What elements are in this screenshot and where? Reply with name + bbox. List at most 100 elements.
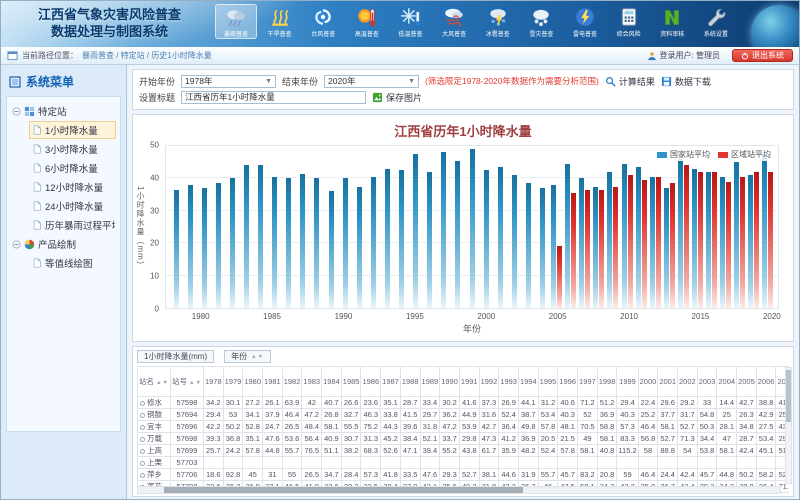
national-bar-1978[interactable]	[174, 190, 179, 308]
national-bar-2003[interactable]	[526, 183, 531, 308]
horizontal-scrollbar[interactable]	[137, 486, 781, 494]
table-row[interactable]: 修水5759834.230.127.226.163.94240.726.623.…	[138, 397, 790, 409]
start-year-select[interactable]: 1978年▼	[181, 75, 276, 88]
calculate-button[interactable]: 计算结果	[605, 75, 655, 88]
sort-arrows-icon[interactable]: ▲▼	[251, 354, 264, 360]
regional-bar-2005[interactable]	[557, 246, 562, 308]
logout-button[interactable]: 退出系统	[732, 49, 793, 62]
national-bar-2020[interactable]	[762, 154, 767, 308]
national-bar-2001[interactable]	[498, 167, 503, 308]
toolbar-item-snow[interactable]: 雪灾普查	[520, 4, 562, 39]
column-header-year[interactable]: 1983	[302, 367, 322, 397]
national-bar-2014[interactable]	[678, 159, 683, 308]
save-image-button[interactable]: 保存图片	[372, 91, 422, 104]
national-bar-1981[interactable]	[216, 183, 221, 308]
national-bar-2019[interactable]	[748, 175, 753, 308]
column-header-year[interactable]: 2000	[638, 367, 658, 397]
toolbar-item-drought[interactable]: 干旱普查	[259, 4, 301, 39]
national-bar-2009[interactable]	[607, 172, 612, 308]
expand-icon[interactable]	[140, 437, 145, 442]
collapse-toggle-icon[interactable]	[12, 107, 21, 116]
column-header-year[interactable]: 1995	[538, 367, 558, 397]
national-bar-1992[interactable]	[371, 177, 376, 308]
national-bar-1984[interactable]	[258, 165, 263, 308]
chart-title-input[interactable]	[181, 91, 366, 104]
regional-bar-2013[interactable]	[670, 183, 675, 308]
tree-group[interactable]: 特定站	[9, 102, 118, 120]
national-bar-1989[interactable]	[329, 191, 334, 308]
sidebar-item-3小时降水量[interactable]: 3小时降水量	[29, 140, 116, 158]
station-name-cell[interactable]: 上高	[138, 445, 171, 457]
column-header-year[interactable]: 1979	[223, 367, 243, 397]
toolbar-item-rain[interactable]: 暴雨普查	[215, 4, 257, 39]
toolbar-item-wind[interactable]: 大风普查	[433, 4, 475, 39]
column-header-year[interactable]: 1999	[617, 367, 638, 397]
toolbar-item-heat[interactable]: 高温普查	[346, 4, 388, 39]
national-bar-1983[interactable]	[244, 165, 249, 308]
national-bar-1998[interactable]	[455, 161, 460, 308]
station-name-cell[interactable]: 萍乡	[138, 469, 171, 481]
national-bar-2016[interactable]	[706, 172, 711, 308]
national-bar-1987[interactable]	[300, 174, 305, 308]
national-bar-2002[interactable]	[512, 175, 517, 308]
column-header-station-name[interactable]: 站名 ▲▼	[138, 367, 171, 397]
column-header-year[interactable]: 1987	[381, 367, 401, 397]
regional-bar-2009[interactable]	[613, 187, 618, 309]
regional-bar-2010[interactable]	[628, 175, 633, 308]
regional-bar-2020[interactable]	[768, 172, 773, 308]
station-name-cell[interactable]: 铜鼓	[138, 409, 171, 421]
toolbar-item-settings[interactable]: 系统设置	[695, 4, 737, 39]
sidebar-item-12小时降水量[interactable]: 12小时降水量	[29, 178, 116, 196]
column-header-year[interactable]: 1996	[558, 367, 578, 397]
national-bar-2013[interactable]	[664, 188, 669, 308]
expand-icon[interactable]	[140, 461, 145, 466]
national-bar-2018[interactable]	[734, 162, 739, 308]
table-row[interactable]: 铜鼓5769429.45334.137.946.447.226.832.746.…	[138, 409, 790, 421]
national-bar-2015[interactable]	[692, 169, 697, 308]
national-bar-2011[interactable]	[636, 167, 641, 308]
national-bar-2000[interactable]	[484, 170, 489, 308]
station-name-cell[interactable]: 修水	[138, 397, 171, 409]
national-bar-2010[interactable]	[622, 164, 627, 308]
sidebar-item-等值线绘图[interactable]: 等值线绘图	[29, 254, 116, 272]
toolbar-item-cold[interactable]: 低温普查	[390, 4, 432, 39]
column-header-year[interactable]: 1997	[578, 367, 598, 397]
sidebar-item-历年暴雨过程平均雨量[interactable]: 历年暴雨过程平均雨量	[29, 216, 116, 234]
table-row[interactable]: 宜丰5769642.250.252.824.726.548.458.155.57…	[138, 421, 790, 433]
regional-bar-2019[interactable]	[754, 172, 759, 308]
v-scroll-thumb[interactable]	[786, 370, 791, 422]
regional-bar-2007[interactable]	[585, 190, 590, 308]
regional-bar-2011[interactable]	[642, 180, 647, 308]
column-header-year[interactable]: 1988	[400, 367, 420, 397]
national-bar-2008[interactable]	[593, 187, 598, 309]
column-header-year[interactable]: 2005	[737, 367, 757, 397]
national-bar-1999[interactable]	[470, 149, 475, 308]
expand-icon[interactable]	[140, 401, 145, 406]
unit-box[interactable]: 1小时降水量(mm)	[137, 350, 214, 363]
breadcrumb[interactable]: 暴雨普查 / 特定站 / 历史1小时降水量	[82, 50, 212, 61]
column-header-station-id[interactable]: 站号 ▲▼	[170, 367, 203, 397]
end-year-select[interactable]: 2020年▼	[324, 75, 419, 88]
national-bar-1988[interactable]	[314, 178, 319, 308]
sidebar-item-24小时降水量[interactable]: 24小时降水量	[29, 197, 116, 215]
national-bar-1991[interactable]	[357, 187, 362, 309]
column-header-year[interactable]: 1984	[322, 367, 342, 397]
station-name-cell[interactable]: 万载	[138, 433, 171, 445]
toolbar-item-audit[interactable]: 资料审核	[651, 4, 693, 39]
national-bar-2017[interactable]	[720, 177, 725, 308]
national-bar-1990[interactable]	[343, 178, 348, 308]
collapse-toggle-icon[interactable]	[12, 240, 21, 249]
column-header-year[interactable]: 1994	[518, 367, 538, 397]
column-header-year[interactable]: 1978	[203, 367, 223, 397]
expand-icon[interactable]	[140, 449, 145, 454]
column-header-year[interactable]: 2003	[697, 367, 717, 397]
toolbar-item-hail[interactable]: 冰雹普查	[477, 4, 519, 39]
column-header-year[interactable]: 1998	[597, 367, 617, 397]
download-button[interactable]: 数据下载	[661, 75, 711, 88]
column-header-year[interactable]: 2001	[658, 367, 678, 397]
regional-bar-2017[interactable]	[726, 182, 731, 308]
table-row[interactable]: 上高5769925.724.257.844.855.776.551.138.26…	[138, 445, 790, 457]
expand-icon[interactable]	[140, 425, 145, 430]
year-sort-box[interactable]: 年份 ▲▼	[224, 350, 271, 363]
vertical-scrollbar[interactable]	[785, 367, 792, 484]
